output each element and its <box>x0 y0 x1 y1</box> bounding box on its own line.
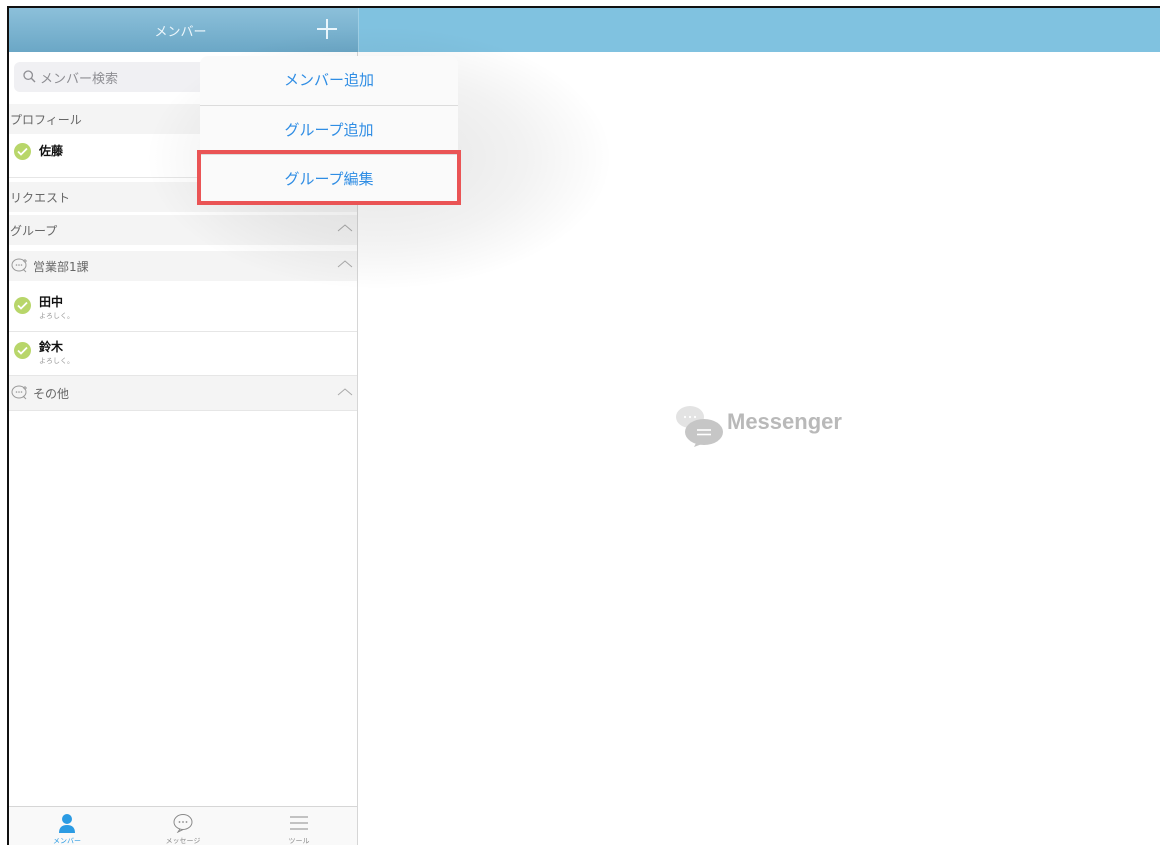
profile-name: 佐藤 <box>39 144 64 158</box>
chat-logo-icon <box>676 406 723 447</box>
search-placeholder: メンバー検索 <box>40 72 119 87</box>
tab-label: ツール <box>288 837 310 845</box>
list-item[interactable]: 鈴木 よろしく。 <box>9 332 357 376</box>
online-check-icon <box>14 143 31 160</box>
search-icon <box>23 70 36 83</box>
group-chat-icon <box>11 258 27 273</box>
chat-bubble-icon <box>173 814 193 833</box>
tab-members[interactable]: メンバー <box>9 807 125 845</box>
menu-item-add-member[interactable]: メンバー追加 <box>200 56 458 105</box>
tab-label: メンバー <box>53 837 81 845</box>
section-label: リクエスト <box>10 191 71 205</box>
tab-tools[interactable]: ツール <box>241 807 357 845</box>
group-name: 営業部1課 <box>33 260 89 274</box>
online-check-icon <box>14 342 31 359</box>
group-name: その他 <box>33 387 70 401</box>
tab-bar: メンバー メッセージ ツール <box>9 806 357 845</box>
app-window: メンバー メンバー検索 プロフィール 佐藤 リクエスト グループ 営業部1課 田… <box>7 6 1160 845</box>
menu-icon <box>290 816 308 830</box>
member-name: 田中 <box>39 295 64 309</box>
group-chat-icon <box>11 385 27 400</box>
group-header[interactable]: その他 <box>9 376 357 410</box>
divider <box>9 410 357 411</box>
member-status: よろしく。 <box>39 357 74 365</box>
highlight-annotation <box>197 150 461 205</box>
tab-label: メッセージ <box>165 837 201 845</box>
list-item[interactable]: 田中 よろしく。 <box>9 286 357 332</box>
logo-text: Messenger <box>727 409 842 434</box>
member-name: 鈴木 <box>39 340 64 354</box>
menu-item-add-group[interactable]: グループ追加 <box>200 106 458 155</box>
chevron-up-icon[interactable] <box>337 386 353 398</box>
person-icon <box>59 814 75 833</box>
member-status: よろしく。 <box>39 312 74 320</box>
top-bar: メンバー <box>9 8 1160 52</box>
section-label: プロフィール <box>10 113 82 127</box>
section-label: グループ <box>10 224 58 238</box>
online-check-icon <box>14 297 31 314</box>
messenger-logo: Messenger <box>672 403 872 453</box>
tab-messages[interactable]: メッセージ <box>125 807 241 845</box>
